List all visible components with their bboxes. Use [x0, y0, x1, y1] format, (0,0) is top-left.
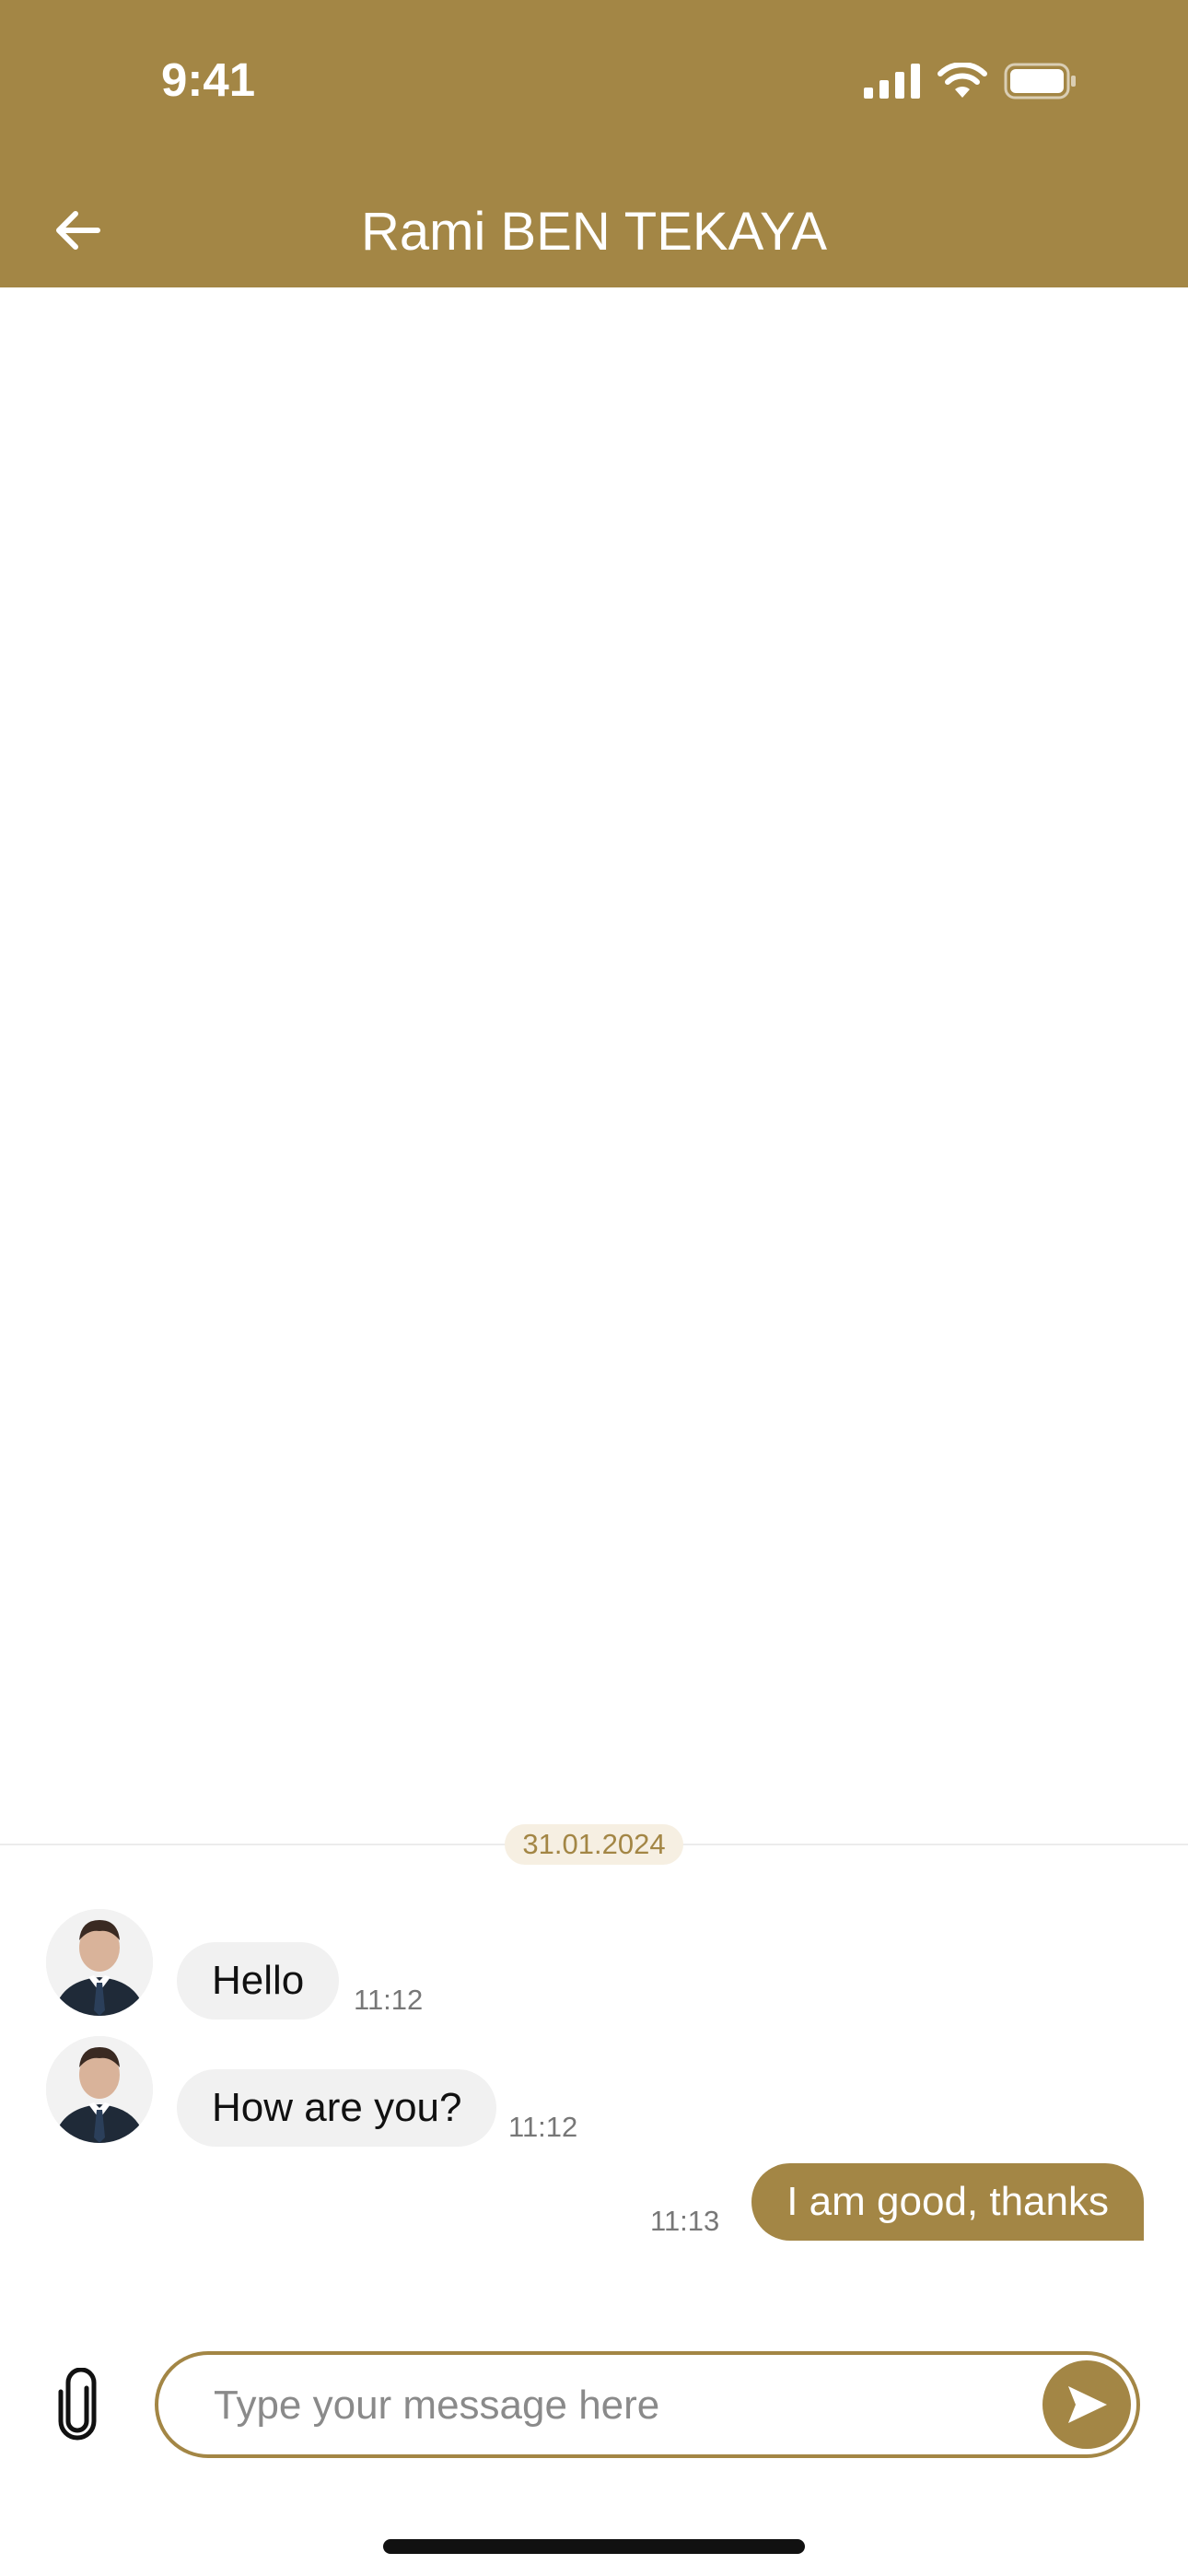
- message-time: 11:12: [508, 2111, 578, 2143]
- wifi-icon: [938, 63, 987, 98]
- avatar[interactable]: [46, 2036, 153, 2143]
- message-bubble-incoming[interactable]: How are you?: [177, 2069, 497, 2147]
- signal-icon: [864, 64, 920, 99]
- avatar[interactable]: [46, 1909, 153, 2016]
- page-title: Rami BEN TEKAYA: [360, 202, 828, 262]
- app-header: 9:41 Rami BEN TEKAYA: [0, 0, 1188, 287]
- message-input-container: [155, 2351, 1140, 2458]
- message-input[interactable]: [212, 2355, 1007, 2456]
- message-bubble-outgoing[interactable]: I am good, thanks: [751, 2163, 1144, 2241]
- date-separator: 31.01.2024: [505, 1824, 683, 1865]
- attach-button[interactable]: [53, 2367, 101, 2441]
- avatar-image: [46, 2036, 153, 2143]
- message-bubble-incoming[interactable]: Hello: [177, 1942, 340, 2020]
- paperclip-icon: [58, 2367, 97, 2441]
- avatar-image: [46, 1909, 153, 2016]
- send-button[interactable]: [1042, 2360, 1131, 2449]
- home-indicator: [383, 2539, 805, 2554]
- status-time: 9:41: [161, 53, 256, 106]
- message-time: 11:12: [354, 1984, 424, 2016]
- status-icons: [864, 61, 1077, 101]
- send-icon: [1068, 2386, 1107, 2423]
- message-time: 11:13: [650, 2205, 720, 2237]
- battery-icon: [1004, 63, 1076, 100]
